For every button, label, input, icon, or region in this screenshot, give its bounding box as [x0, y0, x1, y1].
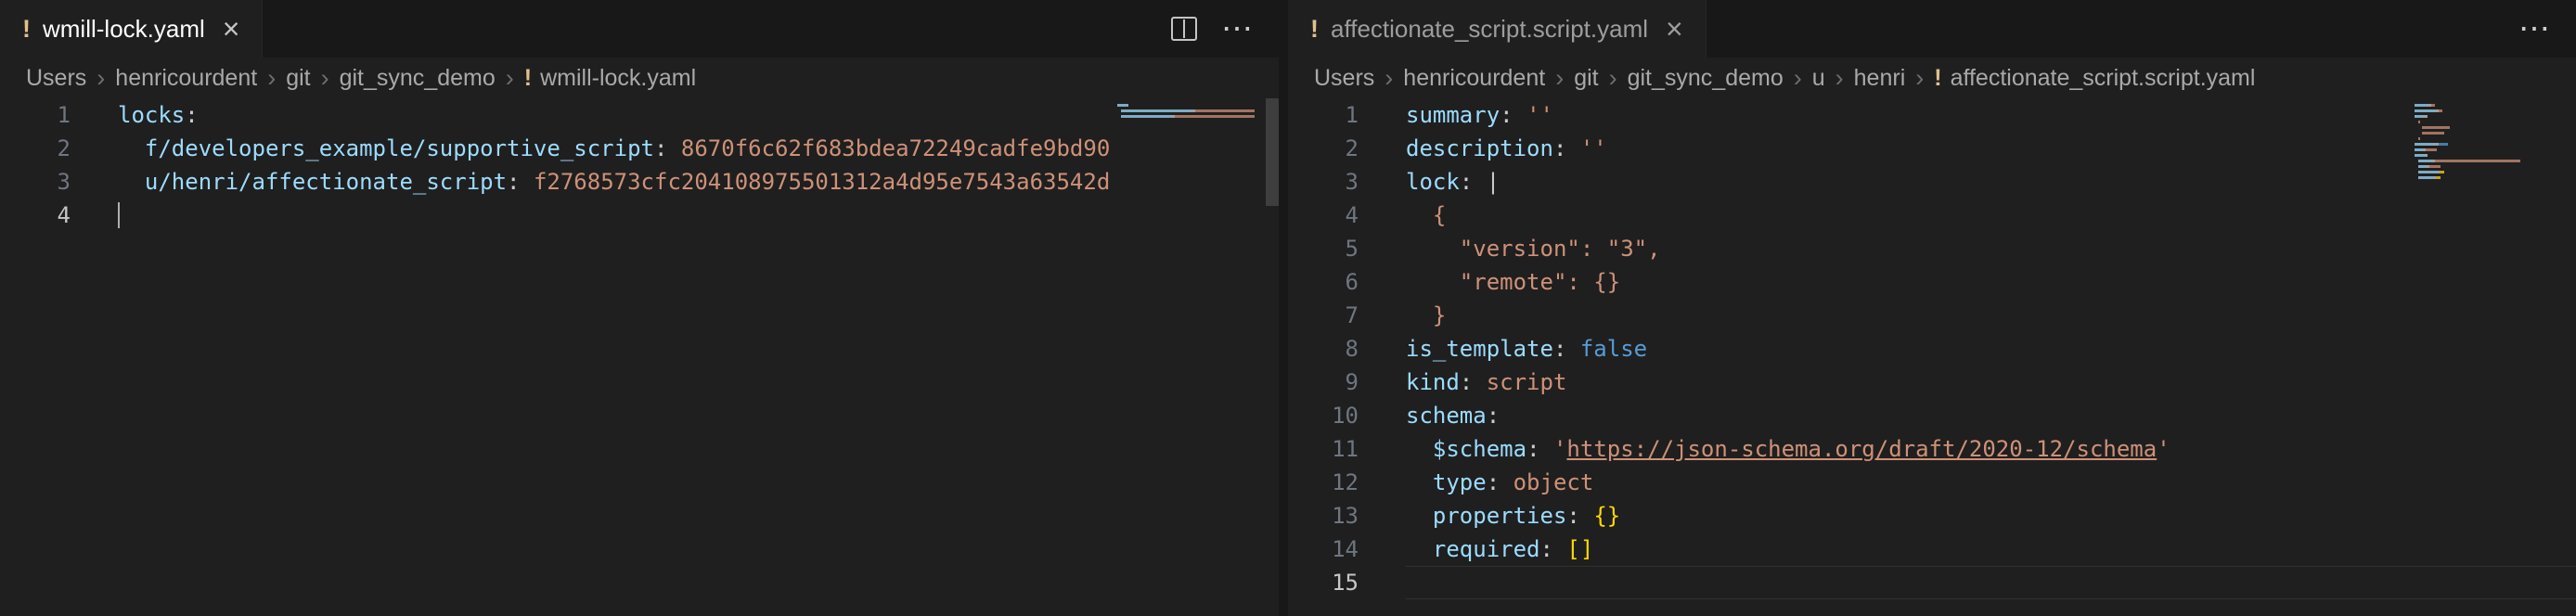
code-area[interactable]: summary: ''description: ''lock: | { "ver… [1406, 98, 2576, 599]
chevron-right-icon: › [1555, 64, 1564, 93]
file-warning-icon: ! [1934, 65, 1941, 92]
chevron-right-icon: › [1835, 64, 1844, 93]
breadcrumb-file[interactable]: wmill-lock.yaml [540, 65, 696, 92]
code-line[interactable]: kind: script [1406, 366, 2576, 399]
code-line[interactable]: f/developers_example/supportive_script: … [118, 132, 1279, 165]
line-number: 7 [1288, 299, 1359, 332]
tab-actions-right: ⋯ [2518, 0, 2576, 58]
code-line[interactable]: required: [] [1406, 533, 2576, 566]
line-number: 6 [1288, 265, 1359, 299]
tab-affectionate-script-yaml[interactable]: ! affectionate_script.script.yaml × [1288, 0, 1707, 58]
line-number-gutter: 123456789101112131415 [1288, 98, 1359, 599]
editor-left[interactable]: 1234 locks: f/developers_example/support… [0, 98, 1279, 616]
line-number: 4 [1288, 199, 1359, 232]
editor-group-left: ! wmill-lock.yaml × ⋯ Users › henricourden… [0, 0, 1279, 616]
code-line[interactable]: locks: [118, 98, 1279, 132]
line-number: 11 [1288, 432, 1359, 466]
line-number: 8 [1288, 332, 1359, 366]
editor-split-sash[interactable] [1279, 0, 1288, 616]
code-line[interactable]: lock: | [1406, 165, 2576, 199]
more-actions-icon[interactable]: ⋯ [2518, 13, 2550, 45]
code-line[interactable] [1406, 566, 2576, 599]
chevron-right-icon: › [1609, 64, 1617, 93]
code-line[interactable]: properties: {} [1406, 499, 2576, 533]
line-number: 14 [1288, 533, 1359, 566]
code-line[interactable]: "version": "3", [1406, 232, 2576, 265]
chevron-right-icon: › [506, 64, 514, 93]
breadcrumb-item[interactable]: git [1574, 65, 1598, 92]
code-line[interactable]: $schema: 'https://json-schema.org/draft/… [1406, 432, 2576, 466]
editor-right[interactable]: 123456789101112131415 summary: ''descrip… [1288, 98, 2576, 616]
breadcrumb-file[interactable]: affectionate_script.script.yaml [1951, 65, 2256, 92]
line-number-gutter: 1234 [0, 98, 71, 232]
line-number: 1 [1288, 98, 1359, 132]
line-number: 9 [1288, 366, 1359, 399]
line-number: 10 [1288, 399, 1359, 432]
tab-wmill-lock-yaml[interactable]: ! wmill-lock.yaml × [0, 0, 263, 58]
tab-actions-left: ⋯ [1171, 0, 1279, 58]
code-line[interactable]: type: object [1406, 466, 2576, 499]
close-icon[interactable]: × [223, 14, 240, 44]
code-line[interactable]: summary: '' [1406, 98, 2576, 132]
minimap-line [2415, 181, 2563, 186]
more-actions-icon[interactable]: ⋯ [1221, 13, 1253, 45]
tab-label: affectionate_script.script.yaml [1331, 15, 1648, 44]
line-number: 12 [1288, 466, 1359, 499]
line-number: 15 [1288, 566, 1359, 599]
breadcrumb-left: Users › henricourdent › git › git_sync_demo ›! w… [0, 58, 1279, 98]
line-number: 3 [1288, 165, 1359, 199]
code-line[interactable]: u/henri/affectionate_script: f2768573cfc… [118, 165, 1279, 199]
breadcrumb-item[interactable]: Users [1314, 65, 1374, 92]
chevron-right-icon: › [1385, 64, 1393, 93]
chevron-right-icon: › [97, 64, 105, 93]
line-number: 3 [0, 165, 71, 199]
line-number: 5 [1288, 232, 1359, 265]
code-line[interactable]: "remote": {} [1406, 265, 2576, 299]
breadcrumb-item[interactable]: henricourdent [115, 65, 257, 92]
scrollbar-thumb[interactable] [1266, 98, 1279, 206]
line-number: 1 [0, 98, 71, 132]
text-cursor [118, 202, 120, 228]
line-number: 2 [0, 132, 71, 165]
breadcrumb-right: Users › henricourdent › git › git_sync_demo › u ›… [1288, 58, 2576, 98]
split-editor-icon[interactable] [1171, 17, 1197, 41]
close-icon[interactable]: × [1666, 14, 1683, 44]
code-line[interactable]: } [1406, 299, 2576, 332]
tab-label: wmill-lock.yaml [43, 15, 205, 44]
breadcrumb-item[interactable]: git_sync_demo [1628, 65, 1784, 92]
breadcrumb-item[interactable]: git_sync_demo [340, 65, 496, 92]
breadcrumb-item[interactable]: henri [1854, 65, 1906, 92]
code-line[interactable]: schema: [1406, 399, 2576, 432]
chevron-right-icon: › [1794, 64, 1802, 93]
line-number: 13 [1288, 499, 1359, 533]
code-line[interactable]: description: '' [1406, 132, 2576, 165]
file-warning-icon: ! [1310, 15, 1319, 44]
minimap[interactable] [1117, 98, 1266, 125]
code-line[interactable]: is_template: false [1406, 332, 2576, 366]
breadcrumb-item[interactable]: henricourdent [1403, 65, 1545, 92]
chevron-right-icon: › [1915, 64, 1924, 93]
minimap[interactable] [2415, 98, 2563, 186]
tab-bar-left: ! wmill-lock.yaml × ⋯ [0, 0, 1279, 58]
line-number: 4 [0, 199, 71, 232]
tab-bar-right: ! affectionate_script.script.yaml × ⋯ [1288, 0, 2576, 58]
code-line[interactable]: { [1406, 199, 2576, 232]
breadcrumb-item[interactable]: Users [26, 65, 86, 92]
breadcrumb-item[interactable]: u [1812, 65, 1825, 92]
file-warning-icon: ! [524, 65, 532, 92]
chevron-right-icon: › [321, 64, 329, 93]
minimap-line [1117, 120, 1266, 125]
line-number: 2 [1288, 132, 1359, 165]
code-line[interactable] [118, 199, 1279, 232]
breadcrumb-item[interactable]: git [286, 65, 310, 92]
file-warning-icon: ! [22, 15, 31, 44]
code-area[interactable]: locks: f/developers_example/supportive_s… [118, 98, 1279, 232]
editor-group-right: ! affectionate_script.script.yaml × ⋯ Us… [1288, 0, 2576, 616]
chevron-right-icon: › [267, 64, 276, 93]
